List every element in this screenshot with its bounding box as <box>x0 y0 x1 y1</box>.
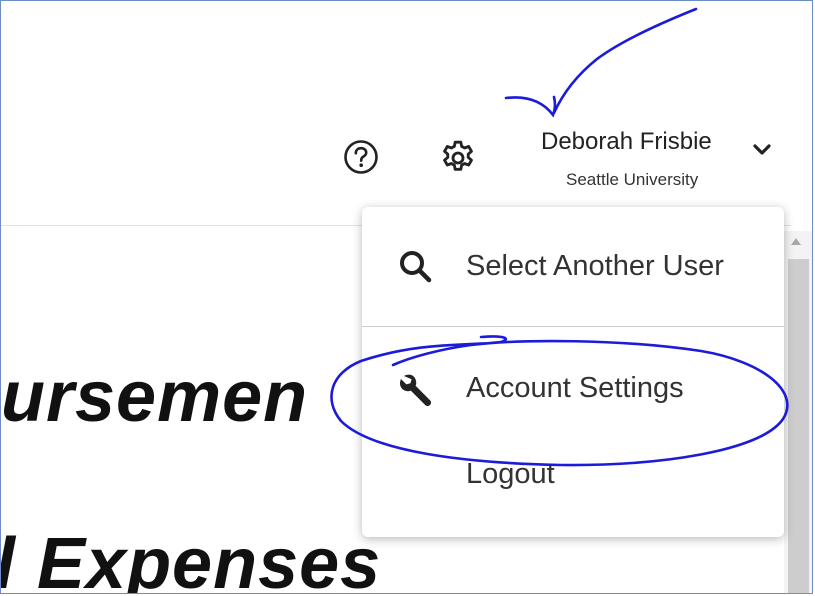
help-button[interactable] <box>343 139 379 175</box>
menu-divider <box>362 326 784 327</box>
page-subheading-partial: l Expenses <box>0 524 382 594</box>
menu-item-label: Select Another User <box>466 250 724 282</box>
user-organization: Seattle University <box>566 170 699 189</box>
page-heading-partial: ursemen <box>1 357 309 437</box>
user-menu-toggle[interactable]: Deborah Frisbie Seattle University <box>531 123 781 195</box>
search-icon <box>400 251 432 283</box>
question-circle-icon <box>344 140 378 174</box>
gear-icon <box>443 140 473 171</box>
menu-item-logout[interactable]: Logout <box>362 432 784 492</box>
settings-button[interactable] <box>438 138 478 178</box>
screenshot-frame: Deborah Frisbie Seattle University ursem… <box>0 0 813 594</box>
user-dropdown-menu: Select Another User Account Settings Log… <box>362 207 784 537</box>
scrollbar-thumb[interactable] <box>788 259 809 593</box>
menu-item-select-another-user[interactable]: Select Another User <box>362 217 784 317</box>
user-name: Deborah Frisbie <box>541 128 712 155</box>
scroll-up-arrow-icon[interactable] <box>791 238 801 245</box>
wrench-icon <box>400 374 432 407</box>
menu-item-account-settings[interactable]: Account Settings <box>362 340 784 440</box>
menu-item-label: Logout <box>466 458 555 490</box>
chevron-down-icon <box>753 144 771 155</box>
menu-item-label: Account Settings <box>466 372 684 404</box>
